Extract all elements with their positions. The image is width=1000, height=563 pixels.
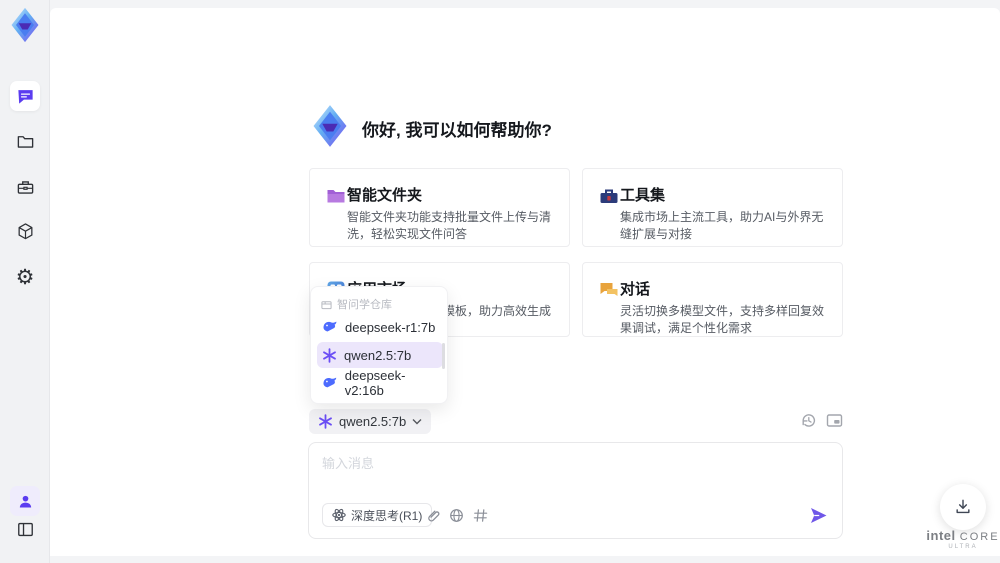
attachment-icon[interactable] (425, 508, 440, 523)
account-icon (19, 495, 31, 508)
model-option-deepseek-r1[interactable]: deepseek-r1:7b (317, 314, 443, 340)
model-option-qwen[interactable]: qwen2.5:7b (317, 342, 443, 368)
card-dialog[interactable]: 对话 灵活切换多模型文件，支持多样回复效果调试，满足个性化需求 (582, 262, 843, 337)
history-icon[interactable] (800, 412, 817, 429)
deep-think-toggle[interactable]: 深度思考(R1) (322, 503, 433, 527)
card-toolset[interactable]: 工具集 集成市场上主流工具，助力AI与外界无缝扩展与对接 (582, 168, 843, 247)
sidebar-item-chat[interactable] (10, 81, 40, 111)
model-dropdown: 智问学仓库 deepseek-r1:7b qwen2.5:7b deepseek… (310, 286, 448, 404)
deepseek-icon (323, 377, 337, 388)
main-panel: 你好, 我可以如何帮助你? 智能文件夹 智能文件夹功能支持批量文件上传与清洗，轻… (50, 8, 1000, 556)
model-option-label: qwen2.5:7b (344, 347, 412, 363)
pip-window-icon[interactable] (826, 412, 843, 429)
deepseek-icon (323, 321, 337, 332)
sidebar: ⚙ (0, 0, 50, 563)
intel-core-logo: intel core ULTRA (922, 528, 1000, 550)
download-icon (956, 499, 970, 514)
sidebar-item-files[interactable] (10, 126, 40, 156)
atom-icon (332, 508, 346, 522)
cube-icon (18, 222, 32, 239)
card-title: 对话 (620, 281, 651, 298)
greeting-title: 你好, 我可以如何帮助你? (362, 121, 552, 140)
app-logo (11, 7, 39, 43)
card-title: 工具集 (620, 187, 666, 204)
sidebar-item-account[interactable] (10, 486, 40, 516)
message-input[interactable] (322, 453, 827, 493)
dialog-icon (600, 283, 618, 296)
model-dropdown-header-label: 智问学仓库 (337, 299, 392, 311)
gear-icon: ⚙ (15, 264, 35, 289)
qwen-icon (323, 347, 336, 363)
card-desc: 集成市场上主流工具，助力AI与外界无缝扩展与对接 (620, 210, 824, 241)
model-dropdown-header: 智问学仓库 (321, 296, 392, 312)
ultra-wordmark: ULTRA (948, 544, 978, 550)
panel-icon (17, 522, 33, 536)
card-smart-folder[interactable]: 智能文件夹 智能文件夹功能支持批量文件上传与清洗，轻松实现文件问答 (309, 168, 570, 247)
download-button[interactable] (940, 484, 986, 530)
model-selector[interactable]: qwen2.5:7b (309, 409, 432, 434)
dropdown-scrollbar[interactable] (442, 343, 445, 369)
card-desc: 智能文件夹功能支持批量文件上传与清洗，轻松实现文件问答 (347, 210, 552, 241)
model-option-label: deepseek-v2:16b (344, 368, 406, 398)
web-search-icon[interactable] (449, 508, 464, 523)
sidebar-item-collapse[interactable] (10, 514, 40, 544)
toolset-icon (600, 189, 618, 203)
smart-folder-icon (327, 190, 345, 203)
chevron-down-icon (412, 419, 422, 425)
model-option-label: deepseek-r1:7b (345, 319, 436, 335)
chat-icon (17, 89, 33, 104)
send-button[interactable] (809, 506, 828, 525)
core-wordmark: core (959, 531, 1000, 543)
folder-icon (17, 135, 33, 148)
card-desc: 灵活切换多模型文件，支持多样回复效果调试，满足个性化需求 (620, 304, 825, 335)
prompt-library-icon[interactable] (473, 508, 488, 523)
toolbox-icon (17, 180, 33, 194)
sidebar-item-settings[interactable]: ⚙ (10, 262, 40, 292)
sidebar-item-models[interactable] (10, 216, 40, 246)
repository-icon (321, 300, 332, 309)
qwen-icon (319, 414, 332, 429)
app-logo (313, 105, 347, 147)
sidebar-item-tools[interactable] (10, 172, 40, 202)
deep-think-label: 深度思考(R1) (351, 508, 423, 523)
model-selector-label: qwen2.5:7b (339, 414, 407, 429)
intel-wordmark: intel (926, 528, 956, 543)
composer: 深度思考(R1) (308, 442, 843, 539)
model-option-deepseek-v2[interactable]: deepseek-v2:16b (317, 368, 443, 398)
card-title: 智能文件夹 (347, 187, 423, 204)
